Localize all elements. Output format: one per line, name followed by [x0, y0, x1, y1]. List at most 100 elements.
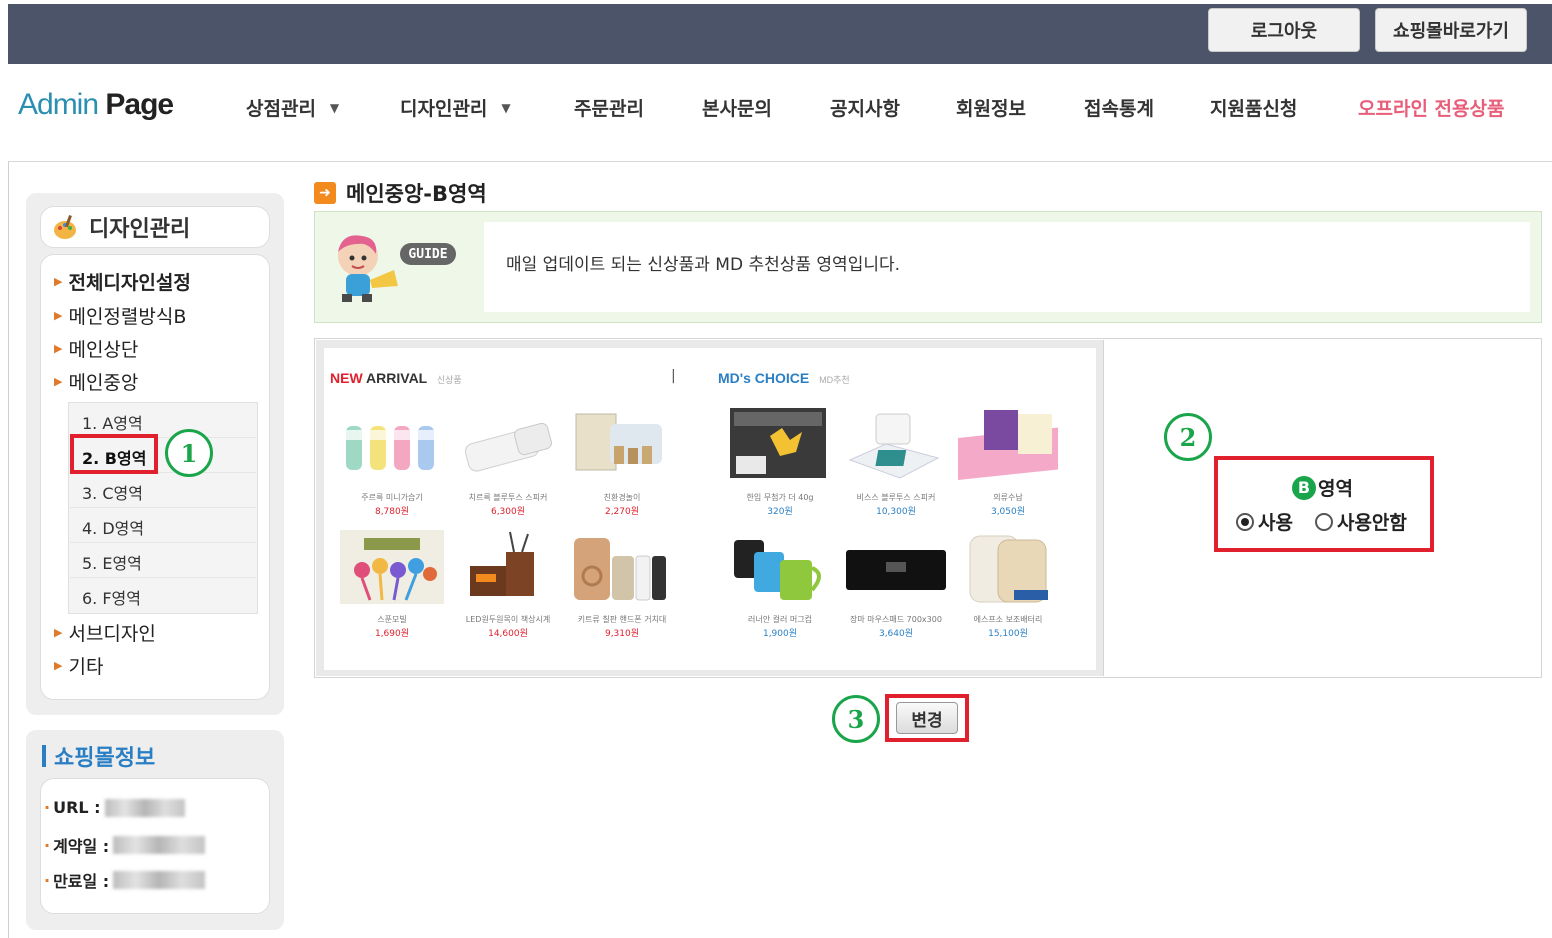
shop-url-row: · URL :	[44, 798, 185, 817]
product-image-bt-speaker[interactable]	[846, 406, 950, 488]
product-price: 14,600원	[488, 629, 528, 639]
use-option-group: 사용 사용안함	[1236, 508, 1407, 535]
submenu-item-f[interactable]: 6. F영역	[82, 585, 141, 609]
product-image-mug[interactable]	[730, 530, 834, 612]
product-name: 러너안 컬러 머그컵	[748, 615, 812, 624]
product-image-phone-stand[interactable]	[570, 530, 674, 612]
nav-offline-products[interactable]: 오프라인 전용상품	[1358, 94, 1504, 121]
product-price: 1,900원	[762, 629, 798, 639]
step-marker-3: 3	[832, 695, 880, 743]
product-name: 치르륵 블루투스 스피커	[468, 493, 548, 502]
area-letter-badge: B	[1292, 475, 1316, 500]
new-arrival-title: NEW ARRIVAL 신상품	[330, 370, 462, 386]
product-image-mousepad[interactable]	[846, 530, 950, 612]
shop-info-title-text: 쇼핑몰정보	[54, 746, 156, 771]
area-label: 영역	[1318, 478, 1353, 500]
nav-access-stats[interactable]: 접속통계	[1084, 94, 1154, 121]
arrow-right-icon: ▶	[54, 275, 63, 288]
product-image-spoon[interactable]	[340, 530, 444, 612]
sidebar-item-label: 기타	[68, 656, 104, 678]
sidebar-item-main-top[interactable]: ▶ 메인상단	[54, 335, 138, 362]
sidebar-item-label: 전체디자인설정	[68, 272, 191, 294]
sidebar-item-main-center[interactable]: ▶ 메인중앙	[54, 368, 138, 395]
sidebar-title: 디자인관리	[89, 217, 191, 242]
product-price: 3,050원	[990, 507, 1026, 517]
product-name: 한입 무첨가 더 40g	[746, 493, 814, 502]
product-name: 장마 마우스패드 700x300	[850, 615, 942, 624]
product-price: 8,780원	[374, 507, 410, 517]
go-shop-button[interactable]: 쇼핑몰바로가기	[1375, 8, 1527, 52]
new-arrival-title-text: ARRIVAL	[366, 370, 427, 386]
product-name: 에스프소 보조배터리	[973, 615, 1043, 624]
product-image-humidifier[interactable]	[340, 406, 444, 488]
nav-bar	[8, 64, 1552, 162]
sidebar-item-label: 서브디자인	[68, 623, 156, 645]
product-price: 2,270원	[604, 507, 640, 517]
logout-button[interactable]: 로그아웃	[1208, 8, 1360, 52]
arrow-right-icon: ➜	[314, 182, 336, 204]
new-arrival-title-red: NEW	[330, 370, 363, 386]
nav-store-management[interactable]: 상점관리 ▼	[246, 94, 339, 121]
nav-hq-inquiry[interactable]: 본사문의	[702, 94, 772, 121]
product-name: 의류수납	[993, 493, 1023, 502]
nouse-radio[interactable]	[1314, 512, 1333, 531]
sidebar-header: 디자인관리	[40, 206, 270, 248]
divider	[70, 542, 256, 543]
arrow-right-icon: ▶	[54, 659, 63, 672]
product-price: 10,300원	[876, 507, 916, 517]
product-name: 비스스 블루투스 스피커	[856, 493, 936, 502]
submenu-item-e[interactable]: 5. E영역	[82, 550, 142, 574]
sidebar-item-main-sort[interactable]: ▶ 메인정렬방식B	[54, 302, 186, 329]
radio-selected-dot	[1241, 517, 1249, 526]
product-image-snack[interactable]	[730, 406, 834, 488]
b-area-option-title: B 영역	[1292, 474, 1353, 501]
guide-text: 매일 업데이트 되는 신상품과 MD 추천상품 영역입니다.	[506, 255, 901, 275]
sidebar-item-all-design[interactable]: ▶ 전체디자인설정	[54, 268, 191, 295]
product-image-desk-clock[interactable]	[456, 530, 560, 612]
nav-label: 상점관리	[246, 98, 316, 120]
use-radio[interactable]	[1236, 512, 1254, 531]
submenu-item-d[interactable]: 4. D영역	[82, 515, 144, 539]
sidebar-item-label: 메인정렬방식B	[68, 306, 187, 328]
palette-icon	[54, 215, 76, 239]
product-image-eco-toy[interactable]	[570, 406, 674, 488]
product-price: 320원	[767, 507, 793, 517]
arrow-right-icon: ▶	[54, 309, 63, 322]
new-arrival-subtitle: 신상품	[436, 375, 462, 385]
shop-url-label: URL :	[53, 798, 101, 817]
change-button[interactable]: 변경	[896, 702, 958, 734]
product-image-battery[interactable]	[958, 530, 1062, 612]
nav-notice[interactable]: 공지사항	[830, 94, 900, 121]
sidebar-item-sub-design[interactable]: ▶ 서브디자인	[54, 619, 156, 646]
divider	[70, 577, 256, 578]
arrow-right-icon: ▶	[54, 342, 63, 355]
product-price: 6,300원	[490, 507, 526, 517]
product-name: 주르륵 미니가습기	[361, 493, 423, 502]
bullet-icon: ·	[44, 870, 51, 890]
highlight-box-b-area	[70, 434, 158, 474]
shop-contract-label: 계약일 :	[53, 837, 110, 856]
chevron-down-icon: ▼	[501, 100, 511, 115]
product-price: 9,310원	[604, 629, 640, 639]
nav-member-info[interactable]: 회원정보	[956, 94, 1026, 121]
nav-support-request[interactable]: 지원품신청	[1210, 94, 1297, 121]
shop-contract-row: · 계약일 :	[44, 833, 206, 857]
redacted-expire-date	[113, 871, 206, 889]
use-radio-label[interactable]: 사용	[1258, 508, 1293, 535]
logo-admin-text: Admin	[18, 88, 99, 121]
sidebar-item-etc[interactable]: ▶ 기타	[54, 652, 103, 679]
section-separator: |	[671, 368, 676, 384]
submenu-item-a[interactable]: 1. A영역	[82, 410, 143, 434]
redacted-url	[104, 798, 185, 817]
logo-page-text: Page	[105, 88, 174, 121]
nav-design-management[interactable]: 디자인관리 ▼	[400, 94, 511, 121]
product-name: LED원두원목이 책상시계	[465, 615, 551, 624]
nav-order-management[interactable]: 주문관리	[574, 94, 644, 121]
product-image-speaker[interactable]	[456, 406, 560, 488]
submenu-item-c[interactable]: 3. C영역	[82, 480, 143, 504]
product-image-storage[interactable]	[958, 406, 1062, 488]
md-choice-title-text: MD's CHOICE	[718, 370, 810, 386]
bullet-icon: ·	[44, 835, 51, 855]
admin-logo[interactable]: Admin Page	[18, 88, 174, 122]
nouse-radio-label[interactable]: 사용안함	[1337, 508, 1407, 535]
